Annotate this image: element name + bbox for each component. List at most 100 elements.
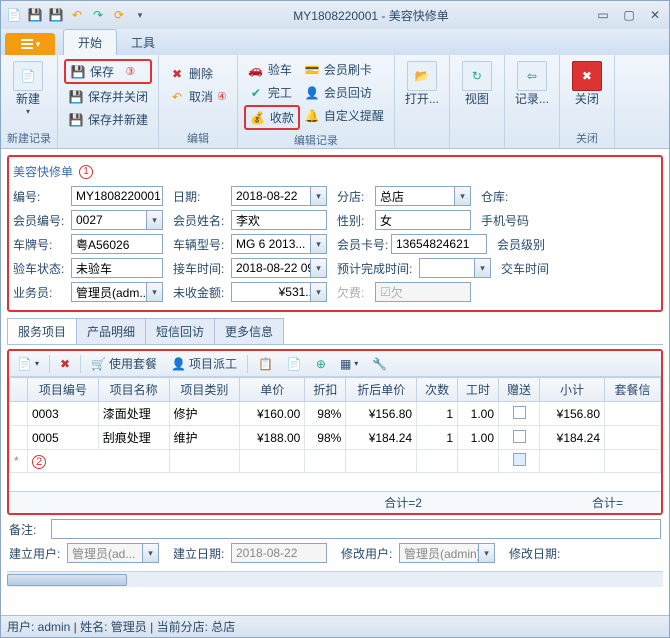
tab-more[interactable]: 更多信息	[214, 318, 284, 344]
undo-icon[interactable]: ↶	[68, 6, 86, 24]
scrollbar-thumb[interactable]	[7, 574, 127, 586]
delete-row-button[interactable]: ✖	[56, 355, 74, 373]
tab-service[interactable]: 服务项目	[7, 318, 77, 344]
label-inspect: 验车状态:	[13, 260, 69, 277]
qat-icon[interactable]: 💾	[47, 6, 65, 24]
delete-icon: ✖	[169, 66, 185, 82]
open-button[interactable]: 📂打开...	[401, 57, 443, 132]
input-model[interactable]: MG 6 2013...▾	[231, 234, 327, 254]
tb-icon[interactable]: 📄	[283, 355, 306, 373]
label-model: 车辆型号:	[173, 236, 229, 253]
col-cat[interactable]: 项目类别	[169, 378, 240, 402]
member-card-button[interactable]: 💳会员刷卡	[300, 59, 388, 80]
ribbon-tabs: ▾ 开始 工具	[1, 29, 669, 55]
label-modifier: 修改用户:	[341, 545, 397, 562]
input-branch[interactable]: 总店▾	[375, 186, 471, 206]
chevron-down-icon[interactable]: ▾	[146, 283, 162, 301]
input-eta[interactable]: ▾	[419, 258, 491, 278]
tb-icon[interactable]: ▦▾	[336, 355, 362, 373]
input-modifier: 管理员(admin)▾	[399, 543, 495, 563]
app-menu-button[interactable]: ▾	[5, 33, 55, 55]
input-date[interactable]: 2018-08-22▾	[231, 186, 327, 206]
new-row-button[interactable]: 📄▾	[13, 355, 43, 373]
record-button[interactable]: ⇦记录...	[511, 57, 553, 132]
checkbox[interactable]	[513, 430, 526, 443]
use-package-button[interactable]: 🛒使用套餐	[87, 353, 161, 374]
tb-icon[interactable]: 🔧	[368, 355, 391, 373]
inspect-button[interactable]: 🚗验车	[244, 59, 300, 80]
save-new-button[interactable]: 💾保存并新建	[64, 109, 152, 130]
col-name[interactable]: 项目名称	[98, 378, 169, 402]
dispatch-button[interactable]: 👤项目派工	[167, 353, 241, 374]
col-hours[interactable]: 工时	[458, 378, 499, 402]
input-owe: ☑ 欠	[375, 282, 471, 302]
delete-button[interactable]: ✖删除	[165, 63, 231, 84]
redo-icon[interactable]: ↷	[89, 6, 107, 24]
checkbox[interactable]	[513, 453, 526, 466]
label-warehouse: 仓库:	[481, 188, 521, 205]
tab-start[interactable]: 开始	[63, 29, 117, 55]
input-member-no[interactable]: 0027▾	[71, 210, 163, 230]
group-new: 📄 新建 ▾ 新建记录	[1, 55, 58, 148]
view-button[interactable]: ↻视图	[456, 57, 498, 132]
checkbox[interactable]	[513, 406, 526, 419]
close-button[interactable]: ✖关闭	[566, 57, 608, 128]
chevron-down-icon[interactable]: ▾	[454, 187, 470, 205]
member-visit-button[interactable]: 👤会员回访	[300, 82, 388, 103]
statusbar: 用户: admin | 姓名: 管理员 | 当前分店: 总店	[1, 615, 669, 637]
save-icon[interactable]: 💾	[26, 6, 44, 24]
table-row[interactable]: 0003漆面处理修护¥160.0098%¥156.8011.00¥156.80	[10, 402, 661, 426]
chevron-down-icon[interactable]: ▾	[474, 259, 490, 277]
chevron-down-icon[interactable]: ▾	[310, 259, 326, 277]
input-receive[interactable]: 2018-08-22 09▾	[231, 258, 327, 278]
save-button[interactable]: 💾保存 ③	[64, 59, 152, 84]
chevron-down-icon[interactable]: ▾	[310, 187, 326, 205]
input-gender[interactable]: 女	[375, 210, 471, 230]
maximize-button[interactable]: ▢	[619, 8, 639, 22]
tab-tools[interactable]: 工具	[117, 30, 169, 55]
complete-button[interactable]: ✔完工	[244, 82, 300, 103]
qat-icon[interactable]: 📄	[5, 6, 23, 24]
col-price[interactable]: 单价	[240, 378, 305, 402]
close-icon: ✖	[572, 61, 602, 91]
chevron-down-icon[interactable]: ▾	[310, 235, 326, 253]
tb-icon[interactable]: ⊕	[312, 355, 330, 373]
horizontal-scrollbar[interactable]	[7, 571, 663, 587]
col-subtotal[interactable]: 小计	[540, 378, 605, 402]
label-remark: 备注:	[9, 521, 49, 538]
chevron-down-icon[interactable]: ▾	[310, 283, 326, 301]
cancel-button[interactable]: ↶取消④	[165, 86, 231, 107]
refresh-icon[interactable]: ⟳	[110, 6, 128, 24]
tab-sms[interactable]: 短信回访	[145, 318, 215, 344]
tab-product[interactable]: 产品明细	[76, 318, 146, 344]
col-disc[interactable]: 折扣	[305, 378, 346, 402]
custom-remind-button[interactable]: 🔔自定义提醒	[300, 105, 388, 126]
ribbon: 📄 新建 ▾ 新建记录 💾保存 ③ 💾保存并关闭 💾保存并新建 ✖删除 ↶取消④…	[1, 55, 669, 149]
save-close-button[interactable]: 💾保存并关闭	[64, 86, 152, 107]
close-button[interactable]: ✕	[645, 8, 665, 22]
label-cdate: 建立日期:	[173, 545, 229, 562]
col-dprice[interactable]: 折后单价	[346, 378, 417, 402]
input-sales[interactable]: 管理员(adm...▾	[71, 282, 163, 302]
group-view: ↻视图	[450, 55, 505, 148]
input-creator: 管理员(ad...▾	[67, 543, 159, 563]
input-unpaid[interactable]: ¥531.16▾	[231, 282, 327, 302]
col-times[interactable]: 次数	[417, 378, 458, 402]
table-row[interactable]: 0005刮痕处理维护¥188.0098%¥184.2411.00¥184.24	[10, 426, 661, 450]
tb-icon[interactable]: 📋	[254, 355, 277, 373]
input-plate[interactable]: 粤A56026	[71, 234, 163, 254]
chevron-down-icon[interactable]: ▾	[146, 211, 162, 229]
col-code[interactable]: 项目编号	[28, 378, 99, 402]
input-no[interactable]: MY1808220001	[71, 186, 163, 206]
input-member-name[interactable]: 李欢	[231, 210, 327, 230]
col-pkg[interactable]: 套餐信	[605, 378, 661, 402]
chevron-down-icon[interactable]: ▾	[131, 6, 149, 24]
input-inspect[interactable]: 未验车	[71, 258, 163, 278]
receipt-button[interactable]: 💰收款	[244, 105, 300, 130]
new-button[interactable]: 📄 新建 ▾	[7, 57, 49, 128]
minimize-button[interactable]: ▭	[593, 8, 613, 22]
col-gift[interactable]: 赠送	[499, 378, 540, 402]
table-row[interactable]: *2	[10, 450, 661, 473]
input-card[interactable]: 13654824621	[391, 234, 487, 254]
input-remark[interactable]	[51, 519, 661, 539]
